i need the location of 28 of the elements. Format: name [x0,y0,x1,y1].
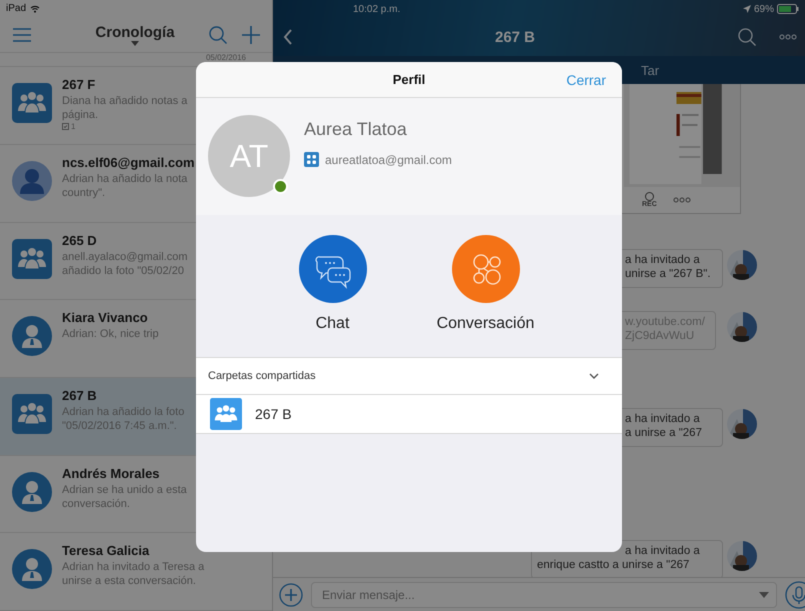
conversation-title: Kiara Vivanco [62,310,149,326]
device-name: iPad [6,3,26,14]
date-label: 05/02/2016 [206,52,246,62]
conversation-title: 265 D [62,232,98,248]
conversation-preview: country". [62,186,106,200]
conversation-title: Teresa Galicia [62,543,150,558]
conversation-title: 267 B [62,388,98,404]
note-count: 1 [71,122,76,132]
conversation-preview: añadido la foto "05/02/20 [62,264,185,278]
battery-percent: 69% [754,4,774,14]
conversation-preview: Adrian ha añadido la nota [62,172,188,186]
conversation-preview: anell.ayalaco@gmail.com [62,250,188,264]
conversation-preview: Diana ha añadido notas a [62,94,188,108]
conversation-preview: Adrian ha invitado a Teresa a [62,560,204,574]
conversation-title: Andrés Morales [62,466,161,481]
conversation-preview: Adrian: Ok, nice trip [62,327,159,342]
dialog-title: Perfil [392,72,426,87]
conversation-title: ncs.elf06@gmail.com [62,155,195,170]
profile-name: Aurea Tlatoa [304,119,408,140]
conversation-preview: unirse a esta conversación. [62,574,197,588]
conversation-preview: página. [62,108,100,122]
profile-email: aureatlatoa@gmail.com [325,152,452,166]
clock-time: 10:02 p.m. [353,4,400,14]
conversation-header-title: 267 B [494,28,536,46]
conversation-title: 267 F [62,77,96,92]
conversation-preview: Adrian se ha unido a esta [62,482,187,497]
conversation-preview: conversación. [62,496,131,511]
initials-avatar: AT [208,115,290,197]
